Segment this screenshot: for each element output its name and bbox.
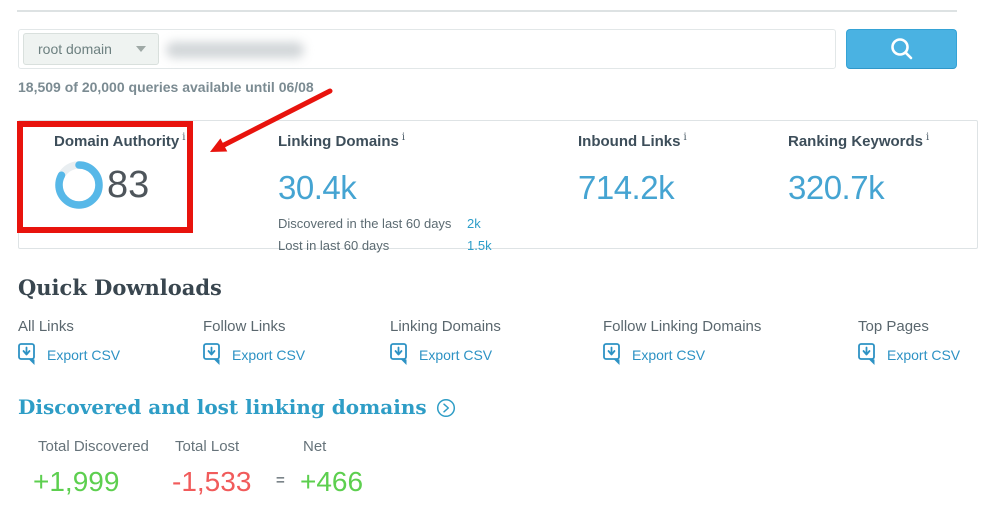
sub-value: 2k — [467, 216, 481, 231]
info-icon[interactable]: i — [182, 132, 185, 143]
chevron-circle-icon — [436, 398, 455, 418]
search-input[interactable]: root domain — [18, 29, 836, 69]
discovered-lost-section-link[interactable]: Discovered and lost linking domains — [18, 395, 456, 419]
download-follow-links: Follow Links Export CSV — [203, 318, 305, 367]
export-csv-link[interactable]: Export CSV — [390, 343, 501, 367]
lost-60-days-row: Lost in last 60 days 1.5k — [278, 238, 492, 253]
search-scope-value: root domain — [38, 41, 112, 57]
search-query-redacted — [166, 42, 304, 58]
download-all-links: All Links Export CSV — [18, 318, 120, 367]
domain-authority-value: 83 — [107, 163, 150, 206]
export-csv-label: Export CSV — [632, 347, 706, 363]
download-follow-linking-domains: Follow Linking Domains Export CSV — [603, 318, 761, 367]
metric-inbound-links: Inbound Links i 714.2k — [578, 132, 687, 207]
metric-domain-authority: Domain Authority i 83 — [54, 132, 185, 210]
search-icon — [890, 38, 912, 60]
quick-downloads-title: Quick Downloads — [18, 275, 222, 300]
section-title: Discovered and lost linking domains — [18, 395, 427, 419]
inbound-links-value: 714.2k — [578, 169, 675, 206]
ranking-keywords-value: 320.7k — [788, 169, 885, 206]
export-csv-link[interactable]: Export CSV — [603, 343, 761, 367]
export-csv-icon — [18, 343, 35, 365]
metric-label: Ranking Keywords — [788, 133, 924, 150]
metric-linking-domains: Linking Domains i 30.4k Discovered in the… — [278, 132, 492, 253]
metric-label: Linking Domains — [278, 133, 399, 150]
metric-ranking-keywords: Ranking Keywords i 320.7k — [788, 132, 929, 207]
export-csv-icon — [203, 343, 220, 365]
export-csv-icon — [603, 343, 620, 365]
chevron-down-icon — [136, 46, 146, 52]
download-linking-domains: Linking Domains Export CSV — [390, 318, 501, 367]
download-label: Linking Domains — [390, 318, 501, 335]
export-csv-icon — [390, 343, 407, 365]
discovered-60-days-row: Discovered in the last 60 days 2k — [278, 216, 486, 231]
metric-label: Domain Authority — [54, 133, 180, 150]
linking-domains-value: 30.4k — [278, 169, 357, 206]
equals-sign: = — [276, 472, 285, 489]
search-button[interactable] — [846, 29, 957, 69]
export-csv-link[interactable]: Export CSV — [203, 343, 305, 367]
info-icon[interactable]: i — [926, 132, 929, 143]
download-label: Top Pages — [858, 318, 929, 335]
export-csv-label: Export CSV — [419, 347, 493, 363]
total-lost-value: -1,533 — [172, 466, 252, 497]
metric-label: Inbound Links — [578, 133, 681, 150]
total-discovered-value: +1,999 — [33, 466, 120, 497]
sub-label: Discovered in the last 60 days — [278, 216, 452, 231]
sub-label: Lost in last 60 days — [278, 238, 390, 253]
domain-authority-gauge — [55, 161, 103, 209]
query-quota-text: 18,509 of 20,000 queries available until… — [18, 79, 314, 95]
header-divider — [17, 10, 957, 12]
net-value: +466 — [300, 466, 364, 497]
export-csv-icon — [858, 343, 875, 365]
export-csv-link[interactable]: Export CSV — [18, 343, 120, 367]
net-label: Net — [303, 438, 327, 455]
total-discovered-label: Total Discovered — [38, 438, 149, 455]
export-csv-label: Export CSV — [47, 347, 121, 363]
download-top-pages: Top Pages Export CSV — [858, 318, 960, 367]
export-csv-label: Export CSV — [232, 347, 306, 363]
sub-value: 1.5k — [467, 238, 492, 253]
download-label: Follow Linking Domains — [603, 318, 762, 335]
download-label: Follow Links — [203, 318, 286, 335]
download-label: All Links — [18, 318, 74, 335]
info-icon[interactable]: i — [684, 132, 687, 143]
export-csv-label: Export CSV — [887, 347, 961, 363]
search-scope-dropdown[interactable]: root domain — [23, 33, 159, 65]
link-explorer-page: root domain 18,509 of 20,000 queries ava… — [0, 0, 997, 520]
export-csv-link[interactable]: Export CSV — [858, 343, 960, 367]
metrics-panel: Domain Authority i 83 Linking Domains i 30… — [18, 120, 978, 253]
info-icon[interactable]: i — [402, 132, 405, 143]
total-lost-label: Total Lost — [175, 438, 240, 455]
